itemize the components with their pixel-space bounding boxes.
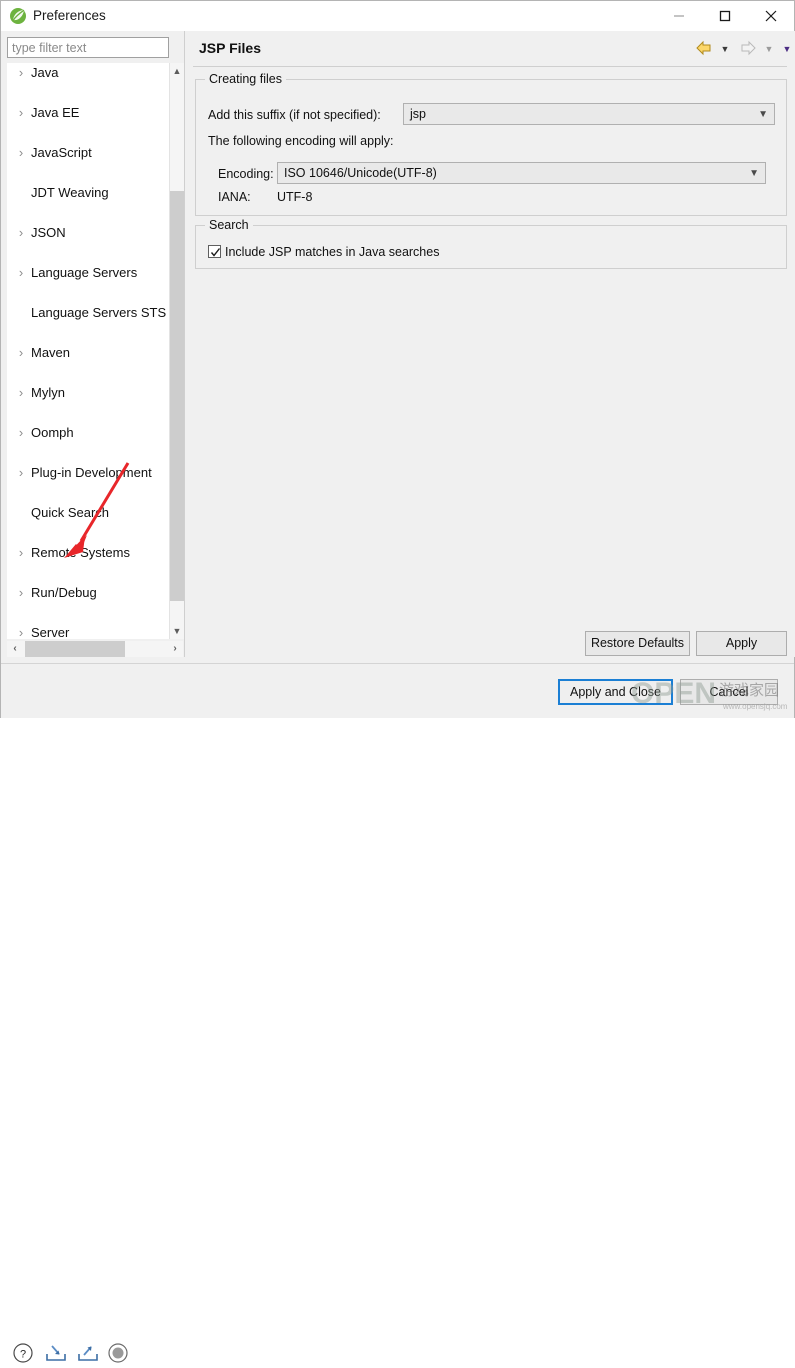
restore-defaults-button[interactable]: Restore Defaults bbox=[585, 631, 690, 656]
tree-item-server[interactable]: › Server bbox=[7, 623, 155, 639]
help-icon[interactable]: ? bbox=[12, 1342, 38, 1368]
tree-item-quick-search[interactable]: Quick Search bbox=[7, 503, 155, 523]
scroll-left-icon[interactable]: ‹ bbox=[7, 641, 23, 657]
tree-item-java-ee[interactable]: › Java EE bbox=[7, 103, 155, 123]
creating-files-group: Creating files Add this suffix (if not s… bbox=[195, 72, 787, 216]
tree-item-plug-in-development[interactable]: › Plug-in Development bbox=[7, 463, 155, 483]
tree-item-maven[interactable]: › Maven bbox=[7, 343, 155, 363]
preferences-tree[interactable]: › Java › Java EE › JavaScript JDT Weaving › JSON… bbox=[7, 63, 169, 639]
apply-button[interactable]: Apply bbox=[696, 631, 787, 656]
tree-item-jdt-weaving[interactable]: JDT Weaving bbox=[7, 183, 155, 203]
encoding-note: The following encoding will apply: bbox=[208, 134, 394, 148]
tree-item-language-servers[interactable]: › Language Servers bbox=[7, 263, 155, 283]
tree-item-remote-systems[interactable]: › Remote Systems bbox=[7, 543, 155, 563]
encoding-combo[interactable]: ISO 10646/Unicode(UTF-8) ▼ bbox=[277, 162, 766, 184]
tree-item-label: Server bbox=[31, 625, 70, 639]
apply-and-close-button[interactable]: Apply and Close bbox=[558, 679, 673, 705]
tree-item-label: Maven bbox=[31, 345, 71, 360]
preferences-dialog: Preferences › Java › Java EE › JavaScript JDT … bbox=[0, 0, 795, 1363]
chevron-right-icon[interactable]: › bbox=[15, 623, 27, 639]
search-group: Search Include JSP matches in Java searc… bbox=[195, 218, 787, 269]
tree-item-label: JavaScript bbox=[31, 145, 92, 160]
iana-label: IANA: bbox=[218, 190, 251, 204]
chevron-right-icon[interactable]: › bbox=[15, 223, 27, 243]
chevron-right-icon[interactable]: › bbox=[15, 263, 27, 283]
suffix-combo[interactable]: jsp ▼ bbox=[403, 103, 775, 125]
page-header: JSP Files ▼ ▼ ▼ bbox=[185, 31, 795, 67]
export-icon[interactable] bbox=[76, 1342, 102, 1368]
tree-item-language-servers-sts[interactable]: Language Servers STS bbox=[7, 303, 166, 323]
suffix-value: jsp bbox=[410, 107, 426, 121]
chevron-down-icon: ▼ bbox=[758, 109, 768, 120]
tree-item-label: Java EE bbox=[31, 105, 80, 120]
svg-text:?: ? bbox=[20, 1349, 26, 1361]
tree-item-label: Language Servers STS bbox=[31, 305, 167, 320]
minimize-button[interactable] bbox=[656, 1, 702, 31]
window-title: Preferences bbox=[33, 8, 106, 23]
tree-item-label: Mylyn bbox=[31, 385, 65, 400]
encoding-value: ISO 10646/Unicode(UTF-8) bbox=[284, 166, 437, 180]
preference-page: JSP Files ▼ ▼ ▼ Creating files Add this … bbox=[184, 31, 795, 657]
tree-item-label: JDT Weaving bbox=[31, 185, 109, 200]
tree-horizontal-scrollbar[interactable]: ‹ › bbox=[7, 641, 183, 657]
chevron-right-icon[interactable]: › bbox=[15, 343, 27, 363]
back-arrow-icon[interactable] bbox=[695, 40, 713, 58]
back-history-chevron-icon[interactable]: ▼ bbox=[719, 44, 731, 54]
tree-item-java[interactable]: › Java bbox=[7, 63, 155, 83]
maximize-button[interactable] bbox=[702, 1, 748, 31]
iana-value: UTF-8 bbox=[277, 190, 313, 204]
suffix-label: Add this suffix (if not specified): bbox=[208, 108, 381, 122]
close-button[interactable] bbox=[748, 1, 794, 31]
tree-item-label: JSON bbox=[31, 225, 66, 240]
include-jsp-matches-checkbox[interactable] bbox=[208, 245, 221, 258]
horizontal-scroll-thumb[interactable] bbox=[25, 641, 125, 657]
tree-item-json[interactable]: › JSON bbox=[7, 223, 155, 243]
chevron-right-icon[interactable]: › bbox=[15, 63, 27, 83]
tree-item-run-debug[interactable]: › Run/Debug bbox=[7, 583, 155, 603]
import-icon[interactable] bbox=[44, 1342, 70, 1368]
cancel-button[interactable]: Cancel bbox=[680, 679, 778, 705]
scroll-down-icon[interactable]: ▼ bbox=[170, 623, 184, 639]
include-jsp-matches-label: Include JSP matches in Java searches bbox=[225, 245, 440, 259]
header-divider bbox=[193, 66, 787, 67]
forward-arrow-icon bbox=[739, 40, 757, 58]
dialog-footer: ? Apply and Close Cancel bbox=[1, 664, 794, 1363]
chevron-down-icon: ▼ bbox=[749, 168, 759, 179]
scroll-right-icon[interactable]: › bbox=[167, 641, 183, 657]
tree-item-label: Java bbox=[31, 65, 59, 80]
chevron-right-icon[interactable]: › bbox=[15, 463, 27, 483]
tree-item-label: Quick Search bbox=[31, 505, 110, 520]
search-input[interactable] bbox=[7, 37, 169, 58]
tree-item-label: Remote Systems bbox=[31, 545, 130, 560]
tree-item-label: Oomph bbox=[31, 425, 74, 440]
record-icon[interactable] bbox=[107, 1342, 133, 1368]
creating-files-legend: Creating files bbox=[205, 72, 286, 86]
encoding-label: Encoding: bbox=[218, 167, 274, 181]
spring-leaf-icon bbox=[9, 7, 27, 25]
tree-item-oomph[interactable]: › Oomph bbox=[7, 423, 155, 443]
page-menu-chevron-icon[interactable]: ▼ bbox=[781, 44, 793, 54]
chevron-right-icon[interactable]: › bbox=[15, 543, 27, 563]
search-legend: Search bbox=[205, 218, 253, 232]
tree-item-label: Plug-in Development bbox=[31, 465, 152, 480]
forward-history-chevron-icon: ▼ bbox=[764, 44, 774, 54]
tree-item-label: Language Servers bbox=[31, 265, 138, 280]
scroll-up-icon[interactable]: ▲ bbox=[170, 63, 184, 79]
tree-item-mylyn[interactable]: › Mylyn bbox=[7, 383, 155, 403]
tree-item-label: Run/Debug bbox=[31, 585, 97, 600]
chevron-right-icon[interactable]: › bbox=[15, 383, 27, 403]
title-bar: Preferences bbox=[1, 1, 794, 31]
chevron-right-icon[interactable]: › bbox=[15, 583, 27, 603]
chevron-right-icon[interactable]: › bbox=[15, 423, 27, 443]
tree-item-javascript[interactable]: › JavaScript bbox=[7, 143, 155, 163]
chevron-right-icon[interactable]: › bbox=[15, 103, 27, 123]
filter-field-wrapper bbox=[7, 37, 169, 58]
vertical-scroll-thumb[interactable] bbox=[170, 191, 184, 601]
tree-vertical-scrollbar[interactable]: ▲ ▼ bbox=[169, 63, 184, 639]
page-title: JSP Files bbox=[199, 40, 262, 56]
chevron-right-icon[interactable]: › bbox=[15, 143, 27, 163]
